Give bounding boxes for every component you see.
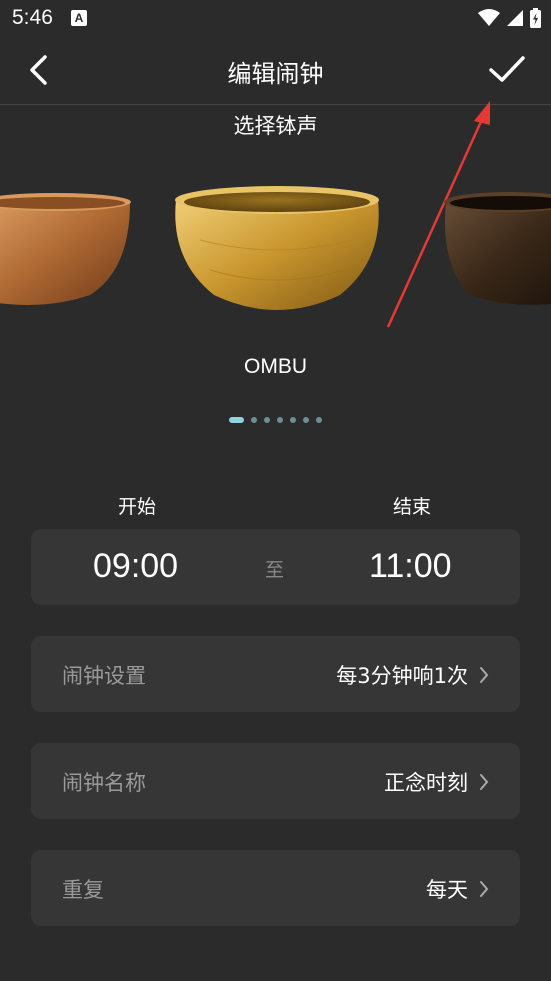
sound-picker-title: 选择钵声 [233,114,318,138]
chevron-right-icon [480,881,489,897]
repeat-label: 重复 [62,878,104,902]
alarm-name-row[interactable]: 闹钟名称 正念时刻 [31,743,520,819]
start-label: 开始 [118,496,157,518]
status-time: 5:46 [12,6,53,29]
time-separator: 至 [265,559,285,581]
carousel-pager [0,417,551,423]
pager-dot[interactable] [316,417,322,423]
alarm-setting-value: 每3分钟响1次 [336,664,468,688]
page-title: 编辑闹钟 [227,60,324,88]
bowl-right[interactable] [444,192,551,305]
chevron-right-icon [480,774,489,790]
signal-icon [507,10,523,26]
repeat-row[interactable]: 重复 每天 [31,850,520,926]
start-time[interactable]: 09:00 [93,547,178,586]
check-icon [489,56,525,82]
pager-dot[interactable] [264,417,270,423]
alarm-setting-row[interactable]: 闹钟设置 每3分钟响1次 [31,636,520,712]
time-range-card: 09:00 至 11:00 [31,529,520,605]
battery-icon [530,8,541,28]
status-bar: 5:46 A [0,0,551,38]
wifi-icon [478,9,500,26]
pager-dot[interactable] [251,417,257,423]
pager-dot[interactable] [290,417,296,423]
chevron-right-icon [480,667,489,683]
end-label: 结束 [393,496,432,518]
bowl-left[interactable] [0,193,131,305]
end-time[interactable]: 11:00 [369,547,452,586]
alarm-setting-label: 闹钟设置 [62,664,146,688]
repeat-value: 每天 [426,878,468,902]
alarm-name-label: 闹钟名称 [62,771,146,795]
alarm-name-value: 正念时刻 [384,771,468,795]
confirm-button[interactable] [487,52,527,88]
status-icons [478,7,541,29]
selected-bowl-name: OMBU [244,355,307,378]
pager-dot[interactable] [277,417,283,423]
pager-dot-active[interactable] [229,417,244,423]
bowl-center-selected[interactable] [175,186,379,310]
pager-dot[interactable] [303,417,309,423]
bowl-carousel[interactable] [0,150,551,350]
notification-icon: A [71,10,87,26]
